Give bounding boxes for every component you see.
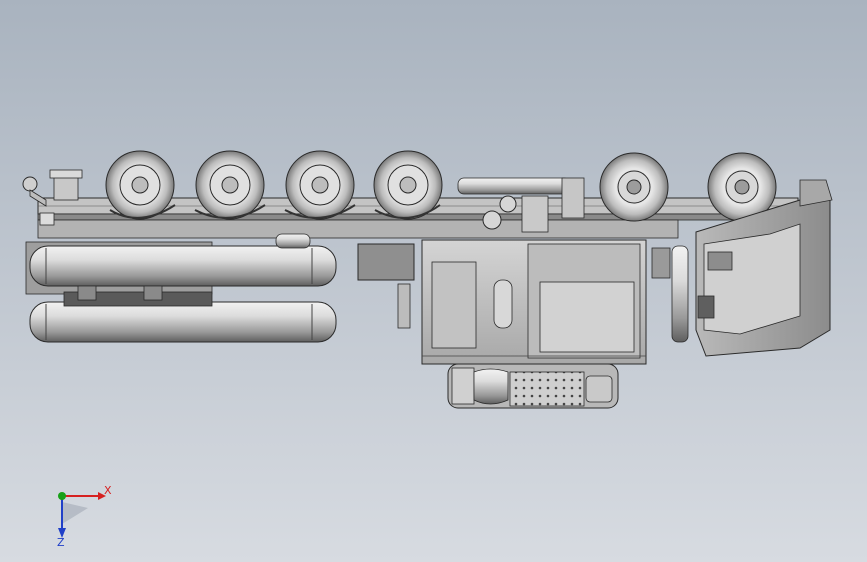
wheel-2[interactable] [195,150,265,220]
truck-model-top-view[interactable] [0,0,867,562]
wheel-4[interactable] [373,150,443,220]
triad-plane [62,502,88,524]
wheel-1[interactable] [105,150,175,220]
wheel-3[interactable] [285,150,355,220]
graphics-viewport[interactable]: X Z [0,0,867,562]
engine-module[interactable] [421,239,647,365]
fuel-tanks[interactable] [25,233,337,343]
coordinate-triad: X Z [57,484,112,548]
battery-box[interactable] [357,243,415,329]
x-axis-label: X [104,484,112,497]
exhaust-muffler[interactable] [447,363,619,409]
wheel-5[interactable] [599,152,669,222]
y-axis-dot [58,492,66,500]
air-intake[interactable] [651,245,689,343]
z-axis-label: Z [57,536,65,548]
